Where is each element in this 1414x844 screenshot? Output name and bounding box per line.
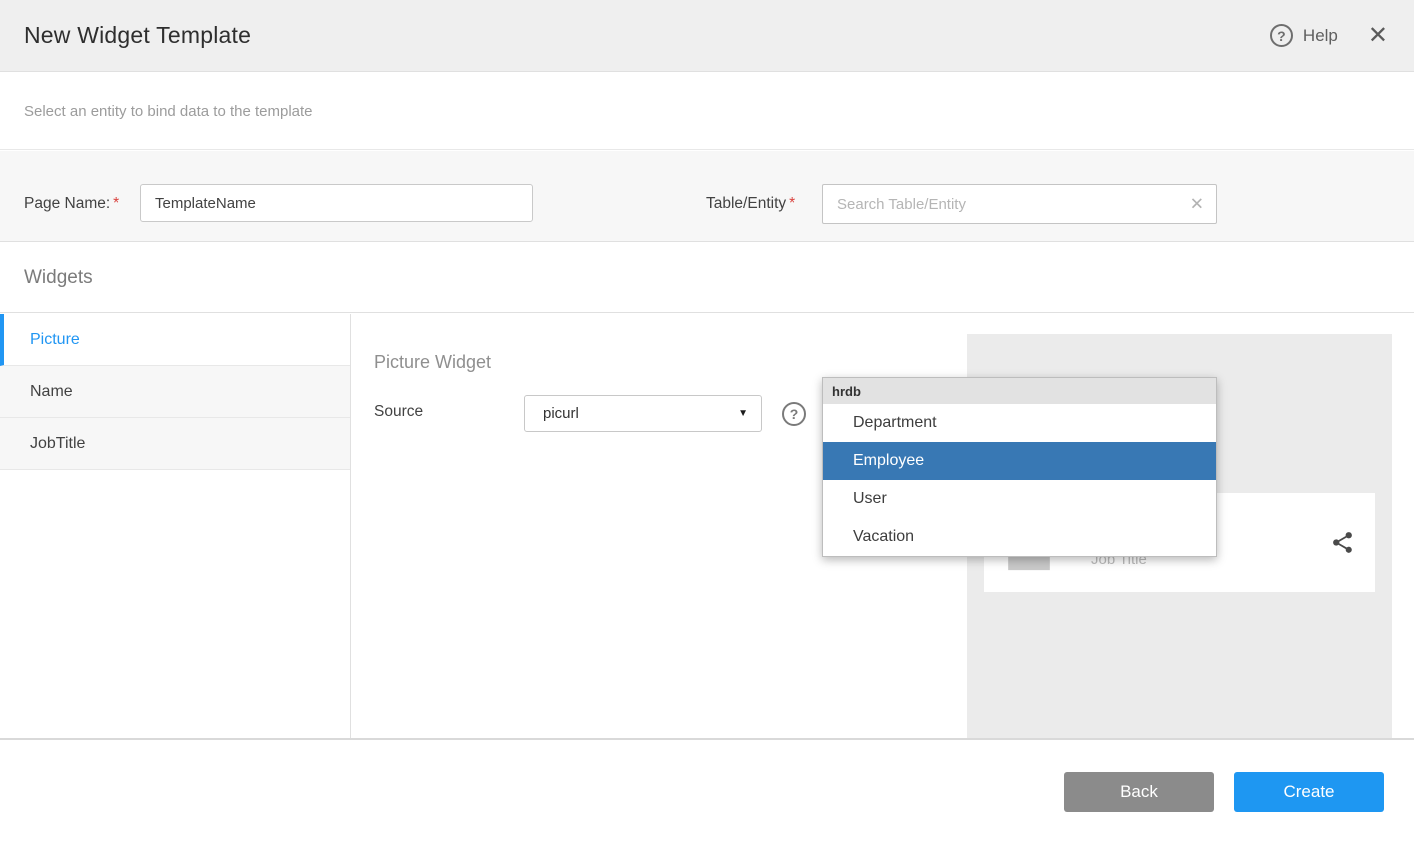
help-link[interactable]: Help xyxy=(1303,26,1338,46)
page-name-label: Page Name:* xyxy=(24,195,119,213)
page-name-input[interactable] xyxy=(140,184,533,222)
dropdown-item-user[interactable]: User xyxy=(823,480,1216,518)
source-label: Source xyxy=(374,403,423,421)
panel-heading: Picture Widget xyxy=(374,352,491,373)
subtitle-text: Select an entity to bind data to the tem… xyxy=(24,103,313,120)
table-entity-label: Table/Entity* xyxy=(706,195,795,213)
widget-tabs-panel: Picture Name JobTitle xyxy=(0,314,351,738)
form-row: Page Name:* Table/Entity* ✕ hrdb Departm… xyxy=(0,151,1414,242)
dropdown-item-department[interactable]: Department xyxy=(823,404,1216,442)
dialog-header: New Widget Template ? Help ✕ xyxy=(0,0,1414,72)
required-marker: * xyxy=(789,195,795,212)
chevron-down-icon: ▼ xyxy=(738,408,748,419)
source-select[interactable]: picurl ▼ xyxy=(524,395,762,432)
create-button[interactable]: Create xyxy=(1234,772,1384,812)
dropdown-group-hrdb: hrdb xyxy=(823,378,1216,404)
table-entity-search-input[interactable] xyxy=(823,185,1216,223)
dropdown-item-vacation[interactable]: Vacation xyxy=(823,518,1216,556)
tab-jobtitle[interactable]: JobTitle xyxy=(0,418,350,470)
widgets-heading-row: Widgets xyxy=(0,243,1414,313)
source-help-icon[interactable]: ? xyxy=(782,402,806,426)
entity-dropdown: hrdb Department Employee User Vacation xyxy=(822,377,1217,557)
new-widget-template-dialog: New Widget Template ? Help ✕ Select an e… xyxy=(0,0,1414,844)
source-select-value: picurl xyxy=(543,405,579,422)
tab-name[interactable]: Name xyxy=(0,366,350,418)
page-title: New Widget Template xyxy=(24,22,251,49)
widgets-heading: Widgets xyxy=(24,267,93,289)
dropdown-item-employee[interactable]: Employee xyxy=(823,442,1216,480)
close-icon[interactable]: ✕ xyxy=(1368,24,1388,48)
table-entity-search: ✕ xyxy=(822,184,1217,224)
back-button[interactable]: Back xyxy=(1064,772,1214,812)
share-icon[interactable] xyxy=(1330,530,1355,555)
subtitle-row: Select an entity to bind data to the tem… xyxy=(0,73,1414,150)
clear-icon[interactable]: ✕ xyxy=(1190,196,1204,213)
help-icon[interactable]: ? xyxy=(1270,24,1293,47)
required-marker: * xyxy=(113,195,119,212)
tab-picture[interactable]: Picture xyxy=(0,314,350,366)
header-actions: ? Help ✕ xyxy=(1270,24,1388,48)
